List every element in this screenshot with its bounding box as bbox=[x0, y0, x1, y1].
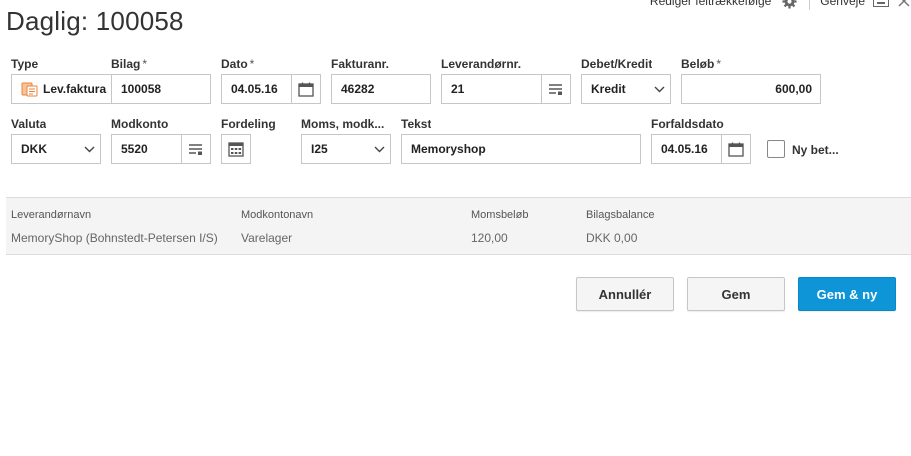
debet-kredit-label: Debet/Kredit bbox=[581, 57, 653, 71]
lookup-list-icon[interactable] bbox=[181, 135, 210, 163]
modkonto-value: 5520 bbox=[121, 142, 148, 156]
lookup-list-icon[interactable] bbox=[541, 75, 570, 103]
distribution-grid-icon bbox=[228, 141, 244, 157]
page-title: Daglig: 100058 bbox=[6, 6, 184, 36]
info-panel: Leverandørnavn Modkontonavn Momsbeløb Bi… bbox=[6, 197, 911, 255]
tekst-value: Memoryshop bbox=[411, 142, 486, 156]
forfaldsdato-value: 04.05.16 bbox=[661, 142, 708, 156]
top-toolbar: Rediger feltrækkefølge Genveje bbox=[650, 0, 911, 10]
save-and-new-button[interactable]: Gem & ny bbox=[798, 277, 896, 311]
moms-label: Moms, modk... bbox=[301, 117, 385, 131]
save-button[interactable]: Gem bbox=[687, 277, 785, 311]
fakturanr-value: 46282 bbox=[341, 82, 375, 96]
info-header-leverandornavn: Leverandørnavn bbox=[11, 209, 92, 221]
info-header-modkontonavn: Modkontonavn bbox=[241, 209, 314, 221]
edit-field-order-link[interactable]: Rediger feltrækkefølge bbox=[650, 0, 771, 8]
bilag-label-text: Bilag bbox=[111, 57, 141, 71]
valuta-label: Valuta bbox=[11, 117, 47, 131]
toolbar-divider bbox=[809, 0, 811, 10]
required-marker: * bbox=[142, 57, 148, 71]
fakturanr-input[interactable]: 46282 bbox=[331, 74, 431, 104]
fakturanr-label: Fakturanr. bbox=[331, 57, 390, 71]
valuta-select[interactable]: DKK bbox=[11, 134, 101, 164]
fordeling-button[interactable] bbox=[221, 134, 251, 164]
ny-bet-checkbox[interactable] bbox=[767, 140, 785, 158]
debet-kredit-value: Kredit bbox=[591, 82, 626, 96]
chevron-down-icon[interactable] bbox=[368, 135, 390, 163]
forfaldsdato-input[interactable]: 04.05.16 bbox=[651, 134, 751, 164]
moms-select[interactable]: I25 bbox=[301, 134, 391, 164]
ny-bet-label: Ny bet... bbox=[792, 143, 839, 157]
cancel-button[interactable]: Annullér bbox=[576, 277, 674, 311]
leverandornr-value: 21 bbox=[451, 82, 465, 96]
belob-label-text: Beløb bbox=[681, 57, 715, 71]
info-value-bilagsbalance: DKK 0,00 bbox=[586, 231, 638, 245]
invoice-type-icon bbox=[21, 80, 39, 98]
belob-value: 600,00 bbox=[775, 82, 812, 96]
bilag-value: 100058 bbox=[121, 82, 162, 96]
dato-label-text: Dato bbox=[221, 57, 248, 71]
keyboard-icon[interactable] bbox=[873, 0, 889, 7]
info-value-momsbelob: 120,00 bbox=[471, 231, 508, 245]
info-header-momsbelob: Momsbeløb bbox=[471, 209, 529, 221]
dato-label: Dato * bbox=[221, 57, 254, 71]
modkonto-label: Modkonto bbox=[111, 117, 169, 131]
fordeling-label: Fordeling bbox=[221, 117, 276, 131]
modkonto-input[interactable]: 5520 bbox=[111, 134, 211, 164]
tekst-label: Tekst bbox=[401, 117, 432, 131]
belob-input[interactable]: 600,00 bbox=[681, 74, 821, 104]
belob-label: Beløb * bbox=[681, 57, 721, 71]
calendar-icon[interactable] bbox=[291, 75, 320, 103]
debet-kredit-select[interactable]: Kredit bbox=[581, 74, 671, 104]
type-value: Lev.faktura bbox=[43, 82, 107, 96]
calendar-icon[interactable] bbox=[721, 135, 750, 163]
forfaldsdato-label: Forfaldsdato bbox=[651, 117, 724, 131]
type-label: Type bbox=[11, 57, 39, 71]
info-value-leverandornavn: MemoryShop (Bohnstedt-Petersen I/S) bbox=[11, 231, 218, 245]
info-header-bilagsbalance: Bilagsbalance bbox=[586, 209, 655, 221]
moms-value: I25 bbox=[311, 142, 328, 156]
leverandornr-label: Leverandørnr. bbox=[441, 57, 522, 71]
required-marker: * bbox=[249, 57, 255, 71]
shortcuts-link[interactable]: Genveje bbox=[820, 0, 865, 8]
dato-input[interactable]: 04.05.16 bbox=[221, 74, 321, 104]
bilag-input[interactable]: 100058 bbox=[111, 74, 211, 104]
required-marker: * bbox=[716, 57, 722, 71]
bilag-label: Bilag * bbox=[111, 57, 147, 71]
leverandornr-input[interactable]: 21 bbox=[441, 74, 571, 104]
close-icon[interactable] bbox=[897, 0, 911, 8]
dato-value: 04.05.16 bbox=[231, 82, 278, 96]
valuta-value: DKK bbox=[21, 142, 47, 156]
tekst-input[interactable]: Memoryshop bbox=[401, 134, 641, 164]
info-value-modkontonavn: Varelager bbox=[241, 231, 293, 245]
gear-icon[interactable] bbox=[781, 0, 797, 9]
chevron-down-icon[interactable] bbox=[78, 135, 100, 163]
chevron-down-icon[interactable] bbox=[648, 75, 670, 103]
